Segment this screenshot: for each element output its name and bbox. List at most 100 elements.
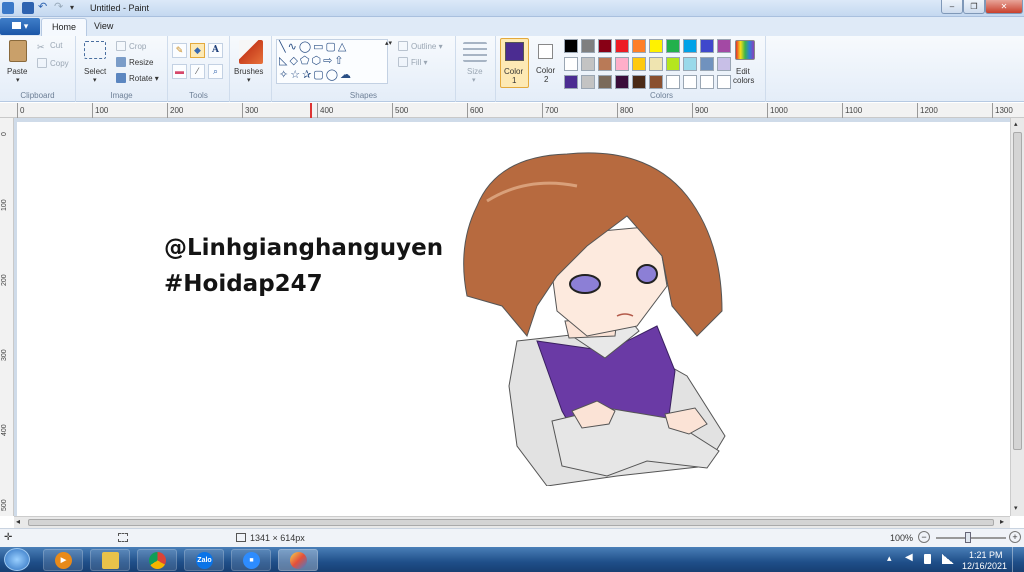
color2-button[interactable]: Color 2: [531, 38, 560, 88]
palette-swatch[interactable]: [683, 75, 697, 89]
palette-swatch[interactable]: [632, 39, 646, 53]
palette-swatch[interactable]: [598, 75, 612, 89]
tab-view[interactable]: View: [84, 18, 123, 36]
ruler-tick-label: 200: [1, 274, 8, 286]
tab-home[interactable]: Home: [41, 18, 88, 36]
taskbar-app-file-explorer[interactable]: [90, 549, 130, 571]
outline-button[interactable]: Outline ▾: [398, 41, 443, 51]
palette-swatch[interactable]: [683, 57, 697, 71]
undo-icon[interactable]: ↶: [38, 2, 50, 14]
shapes-gallery[interactable]: ╲∿◯▭▢△ ◺◇⬠⬡⇨⇧ ✧☆✰▢◯☁: [276, 39, 388, 84]
palette-swatch[interactable]: [598, 39, 612, 53]
select-button[interactable]: Select: [84, 67, 106, 76]
horizontal-scrollbar[interactable]: ◂ ▸: [14, 516, 1010, 528]
scroll-left-icon[interactable]: ◂: [16, 517, 20, 526]
palette-swatch[interactable]: [700, 75, 714, 89]
palette-swatch[interactable]: [564, 39, 578, 53]
edit-colors-icon[interactable]: [735, 40, 755, 60]
palette-swatch[interactable]: [683, 39, 697, 53]
palette-swatch[interactable]: [666, 39, 680, 53]
copy-button[interactable]: Copy: [37, 58, 69, 68]
palette-swatch[interactable]: [564, 75, 578, 89]
drawing-text-hashtag: #Hoidap247: [164, 271, 323, 297]
taskbar-app-zoom[interactable]: ■: [231, 549, 271, 571]
palette-swatch[interactable]: [615, 75, 629, 89]
edit-colors-label-1[interactable]: Edit: [736, 67, 750, 76]
horizontal-scroll-thumb[interactable]: [28, 519, 994, 526]
brushes-button[interactable]: Brushes: [234, 67, 263, 76]
palette-swatch[interactable]: [649, 75, 663, 89]
text-tool-icon[interactable]: A: [208, 43, 223, 58]
save-icon[interactable]: [22, 2, 34, 14]
size-icon[interactable]: [463, 42, 487, 62]
scroll-up-icon[interactable]: ▴: [1014, 120, 1018, 128]
brushes-icon[interactable]: [239, 40, 263, 64]
network-icon[interactable]: [942, 554, 954, 564]
clock-date[interactable]: 12/16/2021: [962, 561, 1007, 571]
scroll-down-icon[interactable]: ▾: [1014, 504, 1018, 512]
anime-girl-drawing: [463, 152, 726, 486]
taskbar-app-chrome[interactable]: [137, 549, 177, 571]
redo-icon[interactable]: ↷: [54, 2, 66, 14]
ruler-tick-mark: [317, 103, 318, 118]
palette-swatch[interactable]: [632, 75, 646, 89]
edit-colors-label-2[interactable]: colors: [733, 76, 754, 85]
paste-icon[interactable]: [9, 40, 27, 62]
palette-swatch[interactable]: [700, 39, 714, 53]
zoom-slider-track[interactable]: [936, 537, 1006, 539]
restore-button[interactable]: ❐: [963, 0, 985, 14]
close-button[interactable]: ✕: [985, 0, 1023, 14]
vertical-scroll-thumb[interactable]: [1013, 132, 1022, 450]
palette-swatch[interactable]: [581, 39, 595, 53]
palette-swatch[interactable]: [598, 57, 612, 71]
magnifier-icon[interactable]: ⌕: [208, 64, 223, 79]
color1-button[interactable]: Color 1: [500, 38, 529, 88]
minimize-button[interactable]: –: [941, 0, 963, 14]
palette-swatch[interactable]: [666, 57, 680, 71]
palette-swatch[interactable]: [581, 57, 595, 71]
palette-swatch[interactable]: [581, 75, 595, 89]
zoom-in-button[interactable]: +: [1009, 531, 1021, 543]
customize-quick-access-icon[interactable]: ▾: [70, 2, 82, 14]
fill-button[interactable]: Fill ▾: [398, 57, 427, 67]
brushes-dropdown-icon[interactable]: ▾: [247, 76, 251, 84]
rotate-button[interactable]: Rotate ▾: [116, 73, 159, 83]
fill-bucket-icon[interactable]: ◆: [190, 43, 205, 58]
battery-icon[interactable]: [924, 554, 931, 564]
select-dropdown-icon[interactable]: ▾: [93, 76, 97, 84]
zoom-slider-thumb[interactable]: [965, 532, 971, 543]
file-menu-button[interactable]: ▾: [0, 18, 40, 35]
paste-button[interactable]: Paste: [7, 67, 27, 76]
cut-button[interactable]: ✂ Cut: [37, 41, 62, 52]
palette-swatch[interactable]: [632, 57, 646, 71]
palette-swatch[interactable]: [564, 57, 578, 71]
show-hidden-icons[interactable]: ▴: [887, 553, 892, 564]
palette-swatch[interactable]: [666, 75, 680, 89]
palette-swatch[interactable]: [615, 39, 629, 53]
start-button[interactable]: [4, 548, 30, 571]
scroll-right-icon[interactable]: ▸: [1000, 517, 1004, 526]
speaker-icon[interactable]: ◀: [905, 552, 913, 563]
resize-button[interactable]: Resize: [116, 57, 153, 67]
taskbar-app-paint[interactable]: [278, 549, 318, 571]
zoom-out-button[interactable]: −: [918, 531, 930, 543]
paste-dropdown-icon[interactable]: ▾: [16, 76, 20, 84]
palette-swatch[interactable]: [649, 57, 663, 71]
eraser-icon[interactable]: ▬: [172, 64, 187, 79]
drawing-canvas[interactable]: @Linhgianghanguyen #Hoidap247: [17, 122, 1010, 516]
crop-button[interactable]: Crop: [116, 41, 146, 51]
palette-swatch[interactable]: [615, 57, 629, 71]
palette-swatch[interactable]: [649, 39, 663, 53]
taskbar-app-zalo[interactable]: Zalo: [184, 549, 224, 571]
show-desktop-button[interactable]: [1012, 547, 1024, 572]
palette-swatch[interactable]: [700, 57, 714, 71]
size-dropdown-icon[interactable]: ▾: [472, 76, 476, 84]
color-picker-icon[interactable]: ⁄: [190, 64, 205, 79]
select-icon[interactable]: [84, 41, 106, 59]
clock-time[interactable]: 1:21 PM: [969, 550, 1003, 560]
shapes-gallery-scroll-icon[interactable]: ▴▾: [385, 39, 392, 47]
pencil-icon[interactable]: ✎: [172, 43, 187, 58]
size-button[interactable]: Size: [467, 67, 483, 76]
vertical-scrollbar[interactable]: ▴ ▾: [1010, 118, 1024, 516]
taskbar-app-media-player[interactable]: ▶: [43, 549, 83, 571]
